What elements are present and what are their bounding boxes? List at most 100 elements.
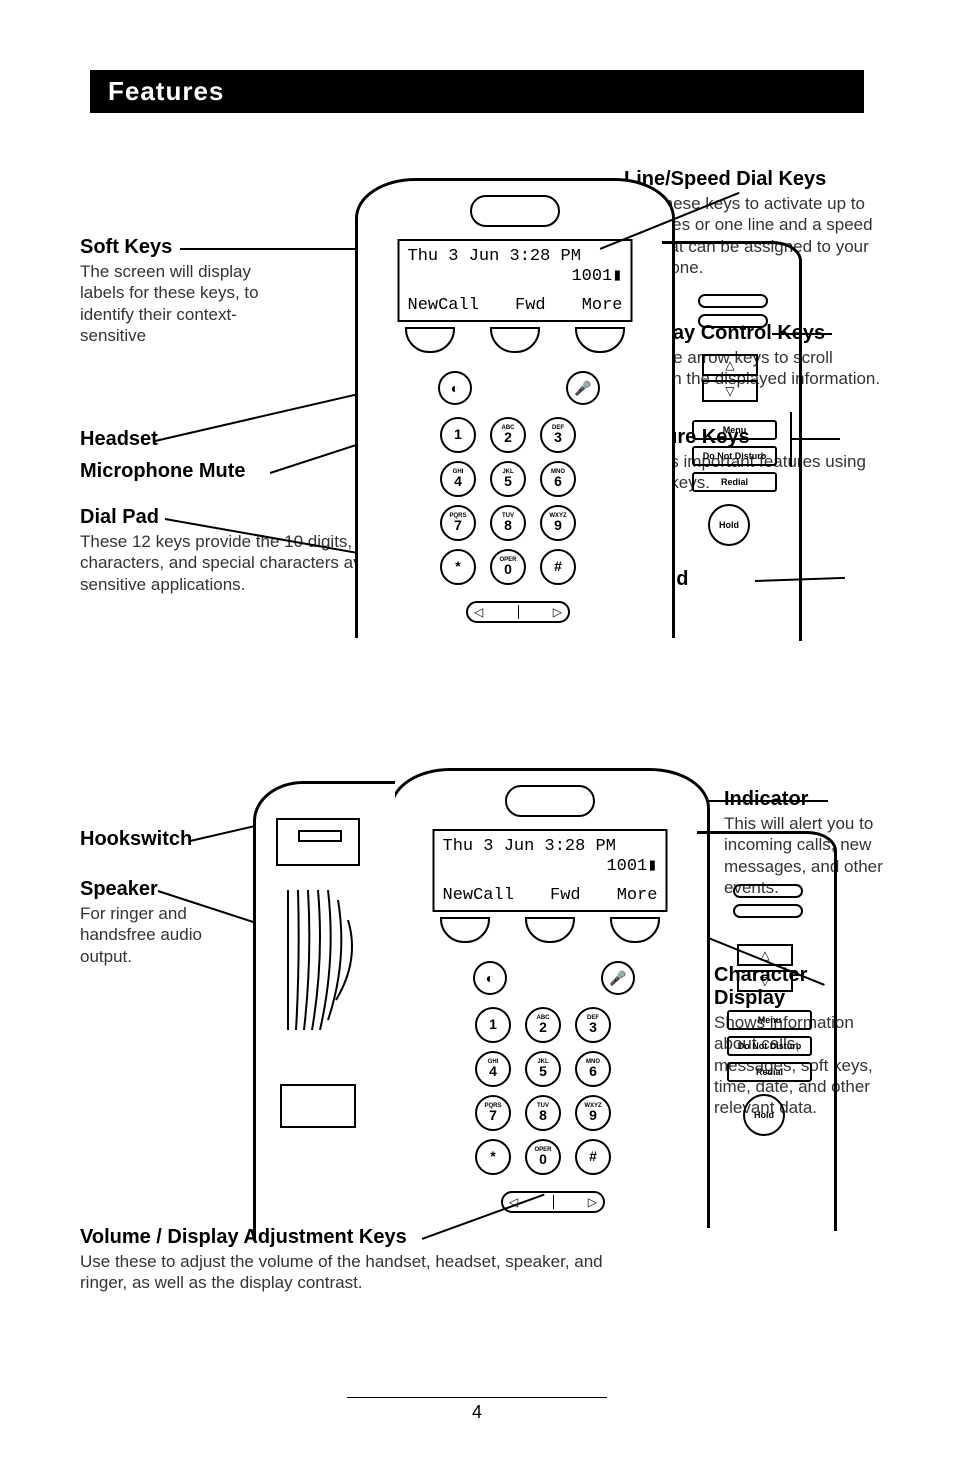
softkey-3[interactable] — [575, 327, 625, 353]
key-9[interactable]: WXYZ9 — [540, 505, 576, 541]
softkey-1[interactable] — [440, 917, 490, 943]
arrow-down-icon: ▽ — [760, 974, 769, 988]
leader-line — [790, 438, 840, 440]
vol-down-icon: ◁ — [474, 605, 483, 619]
key-1[interactable]: 1 — [440, 417, 476, 453]
mute-button[interactable]: 🎤 — [566, 371, 600, 405]
cord-jack — [280, 1084, 356, 1128]
vol-adj-title: Volume / Display Adjustment Keys — [80, 1226, 620, 1249]
key-6[interactable]: MNO6 — [540, 461, 576, 497]
hookswitch-title: Hookswitch — [80, 828, 220, 851]
key-hash[interactable]: # — [540, 549, 576, 585]
headset-icon: ◐ — [486, 970, 494, 986]
label-hookswitch: Hookswitch — [80, 828, 220, 853]
screen-line1: Thu 3 Jun 3:28 PM — [408, 247, 581, 267]
line-key-1[interactable] — [698, 294, 768, 308]
key-4[interactable]: GHI4 — [475, 1051, 511, 1087]
label-soft-keys: Soft Keys The screen will display labels… — [80, 236, 280, 346]
bottom-diagram: Hookswitch Speaker For ringer and handsf… — [90, 758, 864, 1308]
key-hash[interactable]: # — [575, 1139, 611, 1175]
top-diagram: Soft Keys The screen will display labels… — [90, 168, 864, 728]
headset-title: Headset — [80, 428, 280, 451]
section-title: Features — [108, 76, 224, 106]
arrow-down-icon: ▽ — [725, 384, 734, 398]
volume-rocker[interactable]: ◁ ▷ — [466, 601, 570, 623]
page-footer: 4 — [347, 1397, 607, 1423]
key-9[interactable]: WXYZ9 — [575, 1095, 611, 1131]
arrow-up-icon: △ — [725, 358, 734, 372]
key-4[interactable]: GHI4 — [440, 461, 476, 497]
line-key-1[interactable] — [733, 884, 803, 898]
volume-rocker[interactable]: ◁ ▷ — [501, 1191, 605, 1213]
handset-cradle — [253, 781, 395, 1241]
side-panel: △ ▽ Menu Do Not Disturb Redial Hold — [662, 241, 802, 641]
arrow-up-icon: △ — [760, 948, 769, 962]
handset-slot — [470, 195, 560, 227]
headset-button[interactable]: ◐ — [473, 961, 507, 995]
softkey-label-newcall: NewCall — [443, 886, 514, 906]
arrow-down-key[interactable]: ▽ — [737, 970, 793, 992]
page-number: 4 — [472, 1402, 482, 1422]
softkey-1[interactable] — [405, 327, 455, 353]
key-2[interactable]: ABC2 — [525, 1007, 561, 1043]
key-3[interactable]: DEF3 — [575, 1007, 611, 1043]
softkey-2[interactable] — [490, 327, 540, 353]
key-8[interactable]: TUV8 — [490, 505, 526, 541]
softkey-label-more: More — [582, 296, 623, 316]
screen-ext: 1001 — [606, 857, 647, 876]
side-panel: △ ▽ Menu Do Not Disturb Redial Hold — [697, 831, 837, 1231]
softkey-label-more: More — [617, 886, 658, 906]
key-star[interactable]: * — [440, 549, 476, 585]
label-speaker: Speaker For ringer and handsfree audio o… — [80, 878, 220, 967]
headset-button[interactable]: ◐ — [438, 371, 472, 405]
key-6[interactable]: MNO6 — [575, 1051, 611, 1087]
dnd-key[interactable]: Do Not Disturb — [727, 1036, 812, 1056]
vol-up-icon: ▷ — [553, 605, 562, 619]
hookswitch[interactable] — [276, 818, 360, 866]
speaker-grille — [278, 890, 364, 1030]
arrow-up-key[interactable]: △ — [737, 944, 793, 966]
leader-line — [772, 333, 832, 335]
menu-key[interactable]: Menu — [692, 420, 777, 440]
phone-body-bottom: Thu 3 Jun 3:28 PM 1001▮ NewCall Fwd More… — [390, 768, 710, 1228]
menu-key[interactable]: Menu — [727, 1010, 812, 1030]
redial-key[interactable]: Redial — [727, 1062, 812, 1082]
headset-icon: ◐ — [451, 380, 459, 396]
hold-key[interactable]: Hold — [743, 1094, 785, 1136]
hold-key[interactable]: Hold — [708, 504, 750, 546]
key-3[interactable]: DEF3 — [540, 417, 576, 453]
screen-line1: Thu 3 Jun 3:28 PM — [443, 837, 616, 857]
key-star[interactable]: * — [475, 1139, 511, 1175]
label-mic-mute: Microphone Mute — [80, 460, 340, 485]
line-key-2[interactable] — [733, 904, 803, 918]
key-0[interactable]: OPER0 — [525, 1139, 561, 1175]
key-5[interactable]: JKL5 — [490, 461, 526, 497]
arrow-up-key[interactable]: △ — [702, 354, 758, 376]
line-key-2[interactable] — [698, 314, 768, 328]
mute-button[interactable]: 🎤 — [601, 961, 635, 995]
key-8[interactable]: TUV8 — [525, 1095, 561, 1131]
key-2[interactable]: ABC2 — [490, 417, 526, 453]
line-keys-title: Line/Speed Dial Keys — [624, 168, 884, 191]
key-0[interactable]: OPER0 — [490, 549, 526, 585]
softkey-2[interactable] — [525, 917, 575, 943]
dnd-key[interactable]: Do Not Disturb — [692, 446, 777, 466]
vol-adj-desc: Use these to adjust the volume of the ha… — [80, 1251, 620, 1294]
mute-icon: 🎤 — [609, 970, 626, 987]
arrow-down-key[interactable]: ▽ — [702, 380, 758, 402]
softkey-3[interactable] — [610, 917, 660, 943]
key-7[interactable]: PQRS7 — [440, 505, 476, 541]
redial-key[interactable]: Redial — [692, 472, 777, 492]
softkey-label-fwd: Fwd — [515, 296, 546, 316]
label-vol-adj: Volume / Display Adjustment Keys Use the… — [80, 1226, 620, 1294]
mute-icon: 🎤 — [574, 380, 591, 397]
phone-screen: Thu 3 Jun 3:28 PM 1001▮ NewCall Fwd More — [433, 829, 668, 912]
softkey-label-newcall: NewCall — [408, 296, 479, 316]
key-7[interactable]: PQRS7 — [475, 1095, 511, 1131]
speaker-desc: For ringer and handsfree audio output. — [80, 903, 220, 967]
handset-slot — [505, 785, 595, 817]
phone-screen: Thu 3 Jun 3:28 PM 1001▮ NewCall Fwd More — [398, 239, 633, 322]
key-1[interactable]: 1 — [475, 1007, 511, 1043]
key-5[interactable]: JKL5 — [525, 1051, 561, 1087]
soft-keys-desc: The screen will display labels for these… — [80, 261, 280, 346]
